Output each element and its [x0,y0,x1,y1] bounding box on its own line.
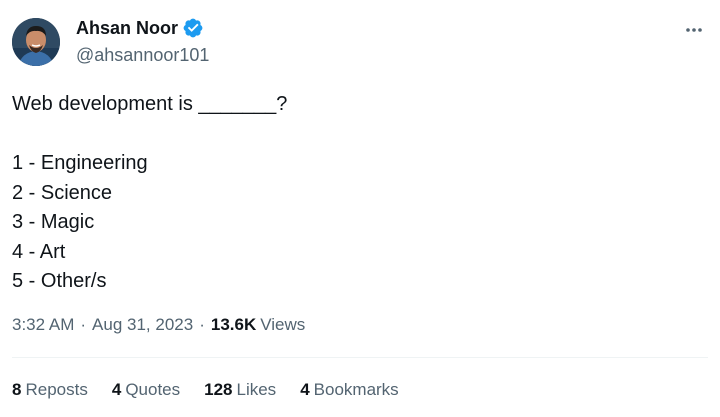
divider [12,357,708,358]
quotes-label: Quotes [125,380,181,399]
quotes-stat[interactable]: 4 Quotes [112,380,180,400]
likes-count: 128 [204,380,233,399]
tweet-line: 2 - Science [12,181,113,204]
reposts-stat[interactable]: 8 Reposts [12,380,88,400]
author-display-name[interactable]: Ahsan Noor [76,18,178,39]
views-count: 13.6K [210,315,257,334]
author-name-row: Ahsan Noor [76,17,204,39]
reposts-label: Reposts [25,380,88,399]
views-label: Views [260,315,306,334]
tweet-text: Web development is _______? 1 - Engineer… [12,90,702,297]
engagement-stats: 8 Reposts 4 Quotes 128 Likes 4 Bookmarks [12,380,399,400]
tweet-line: 4 - Art [12,240,66,263]
meta-separator: · [80,315,87,334]
bookmarks-stat[interactable]: 4 Bookmarks [300,380,399,400]
author-handle[interactable]: @ahsannoor101 [76,45,209,66]
more-options-icon[interactable] [682,18,706,42]
tweet-line: 3 - Magic [12,211,95,233]
bookmarks-label: Bookmarks [313,380,399,399]
verified-badge-icon[interactable] [182,17,204,39]
quotes-count: 4 [111,380,122,399]
bookmarks-count: 4 [300,380,310,399]
tweet-time[interactable]: 3:32 AM [12,315,74,335]
reposts-count: 8 [12,380,22,399]
tweet-line: Web development is _______? [12,93,288,115]
avatar[interactable] [12,18,60,66]
tweet-date[interactable]: Aug 31, 2023 [92,315,193,335]
likes-stat[interactable]: 128 Likes [204,380,276,400]
meta-separator: · [199,315,205,334]
avatar-image [12,18,60,66]
likes-label: Likes [236,380,277,399]
tweet-line: 5 - Other/s [12,270,107,292]
tweet-line: 1 - Engineering [12,152,148,174]
tweet-meta: 3:32 AM · Aug 31, 2023 · 13.6K Views [12,315,305,335]
